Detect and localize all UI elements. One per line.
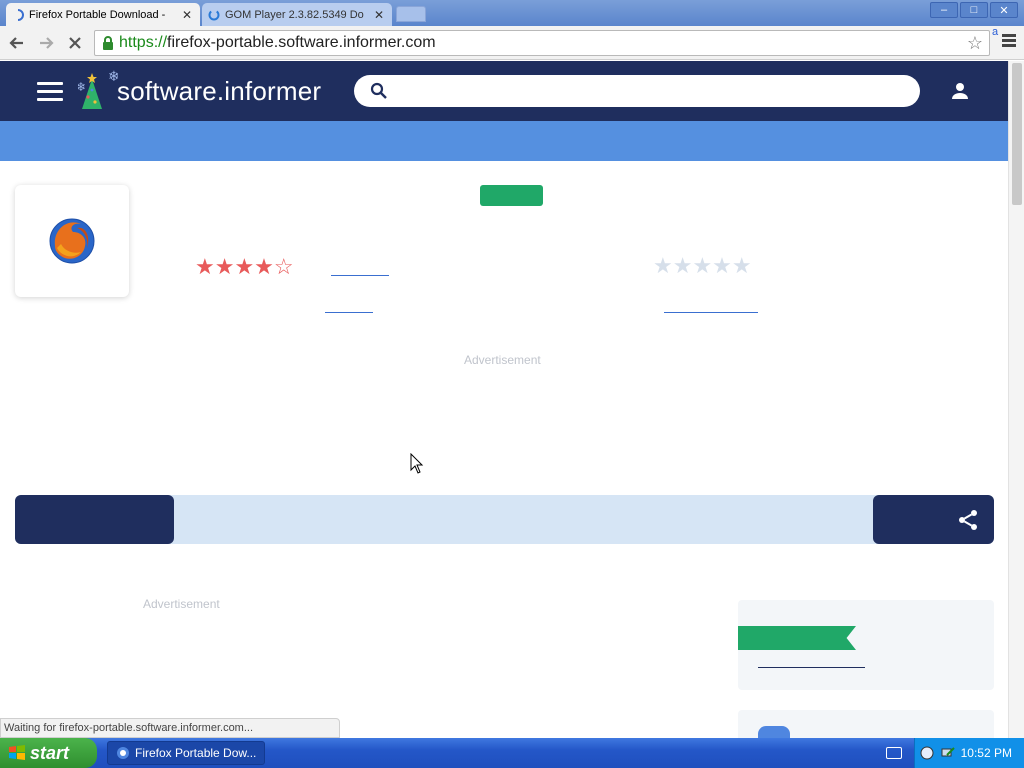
editor-rating-value: ★★★★★ — [653, 253, 752, 278]
url-scheme: https:// — [119, 34, 168, 51]
lock-icon — [101, 35, 115, 51]
advertisement-label: Advertisement — [464, 353, 541, 367]
start-button[interactable]: start — [0, 738, 97, 768]
share-icon — [959, 510, 977, 530]
url-host: firefox-portable.software.informer.com — [167, 34, 436, 51]
window-controls: – □ ✕ — [930, 2, 1018, 18]
tab-close-icon[interactable]: ✕ — [374, 8, 384, 22]
tab-gom-player[interactable]: GOM Player 2.3.82.5349 Do ✕ — [202, 3, 392, 26]
windows-flag-icon — [9, 745, 25, 760]
system-tray: 10:52 PM — [914, 738, 1024, 768]
new-tab-button[interactable] — [396, 6, 426, 22]
close-window-button[interactable]: ✕ — [990, 2, 1018, 18]
rate-link[interactable] — [325, 312, 373, 313]
sidebar-link[interactable] — [758, 667, 865, 668]
web-page: ❄ ❄ software.informer ★★★★☆ ★★★★★ Advert… — [0, 61, 1008, 738]
category-bar — [0, 121, 1008, 161]
tab-title: GOM Player 2.3.82.5349 Do — [225, 8, 364, 21]
loading-icon — [208, 9, 220, 21]
sidebar-card-2 — [738, 710, 994, 738]
browser-toolbar: https:// firefox-portable.software.infor… — [0, 26, 1024, 60]
browser-tab-strip: Firefox Portable Download - ✕ GOM Player… — [0, 0, 1024, 26]
stop-button[interactable] — [64, 32, 86, 54]
back-button[interactable] — [6, 32, 28, 54]
site-logo-text[interactable]: software.informer — [117, 76, 321, 107]
logo-tree-icon: ❄ ❄ — [78, 69, 118, 109]
share-button[interactable] — [873, 495, 994, 544]
sidebar-card — [738, 600, 994, 690]
browser-menu-button[interactable] — [1002, 34, 1016, 49]
action-bar — [15, 495, 994, 544]
stop-icon — [69, 37, 81, 49]
sidebar-ribbon — [738, 626, 856, 650]
maximize-button[interactable]: □ — [960, 2, 988, 18]
back-arrow-icon — [9, 37, 23, 49]
browser-icon — [116, 746, 130, 760]
editor-review-link[interactable] — [664, 312, 758, 313]
tray-app-icon[interactable] — [919, 745, 935, 761]
svg-text:❄: ❄ — [78, 80, 86, 94]
sidebar-card-icon — [758, 726, 790, 738]
search-icon[interactable] — [370, 82, 388, 100]
editor-rating-stars[interactable]: ★★★★★ — [653, 255, 752, 277]
forward-arrow-icon — [40, 37, 54, 49]
bookmark-star-icon[interactable]: ☆ — [967, 33, 983, 54]
loading-icon — [12, 8, 24, 21]
start-label: start — [30, 742, 70, 763]
network-icon[interactable] — [941, 746, 955, 760]
minimize-button[interactable]: – — [930, 2, 958, 18]
scrollbar-thumb[interactable] — [1012, 63, 1022, 205]
firefox-logo-icon — [49, 218, 95, 264]
keyboard-icon[interactable] — [886, 747, 902, 759]
page-scrollbar[interactable] — [1008, 61, 1024, 738]
mouse-cursor-icon — [410, 453, 424, 474]
taskbar: start Firefox Portable Dow... 10:52 PM — [0, 738, 1024, 768]
version-badge — [480, 185, 543, 206]
extension-badge[interactable]: a — [992, 26, 998, 38]
user-rating-value: ★★★★☆ — [195, 254, 294, 279]
advertisement-label: Advertisement — [143, 597, 220, 611]
tab-firefox-portable[interactable]: Firefox Portable Download - ✕ — [6, 3, 200, 26]
reviews-link[interactable] — [331, 275, 389, 276]
site-header: ❄ ❄ software.informer — [0, 61, 1008, 121]
search-input[interactable] — [398, 79, 898, 103]
site-search — [354, 75, 920, 107]
download-button[interactable] — [15, 495, 174, 544]
user-rating-stars[interactable]: ★★★★☆ — [195, 256, 294, 278]
tab-close-icon[interactable]: ✕ — [182, 8, 192, 22]
app-icon-card — [15, 185, 129, 297]
taskbar-item-browser[interactable]: Firefox Portable Dow... — [107, 741, 265, 765]
address-bar[interactable]: https:// firefox-portable.software.infor… — [94, 30, 990, 56]
forward-button[interactable] — [35, 32, 57, 54]
clock: 10:52 PM — [960, 746, 1012, 760]
tab-title: Firefox Portable Download - — [29, 8, 166, 21]
user-icon[interactable] — [950, 81, 970, 101]
hamburger-icon[interactable] — [37, 82, 63, 106]
taskbar-item-label: Firefox Portable Dow... — [135, 746, 257, 760]
status-bubble: Waiting for firefox-portable.software.in… — [0, 718, 340, 738]
